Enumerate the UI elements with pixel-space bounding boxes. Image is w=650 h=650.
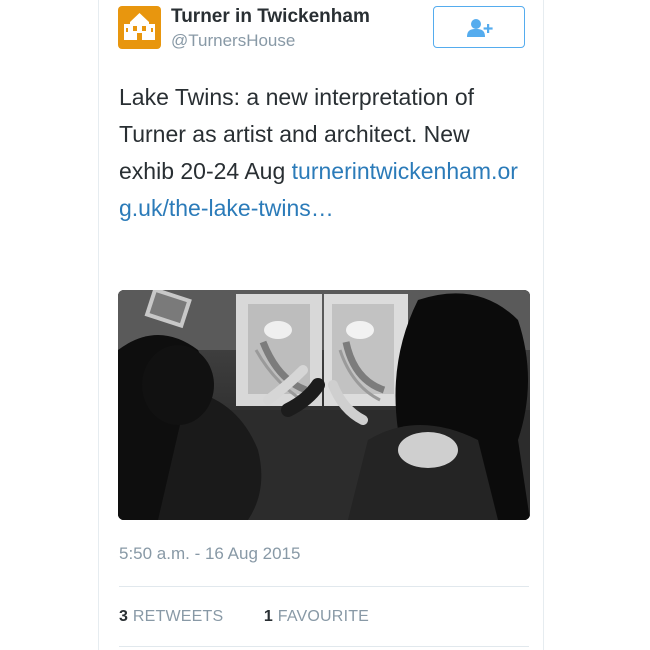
retweets-stat[interactable]: 3 RETWEETS xyxy=(119,608,223,626)
favourites-label: FAVOURITE xyxy=(277,608,370,625)
divider xyxy=(119,586,529,587)
tweet-photo[interactable] xyxy=(118,290,530,520)
house-icon xyxy=(124,13,155,40)
retweets-count: 3 xyxy=(119,608,128,625)
favourites-count: 1 xyxy=(263,608,273,625)
retweets-label: RETWEETS xyxy=(132,608,224,625)
avatar[interactable] xyxy=(118,6,161,49)
favourites-stat[interactable]: 1 FAVOURITE xyxy=(264,608,369,626)
divider xyxy=(119,646,529,647)
tweet-body: Lake Twins: a new interpretation of Turn… xyxy=(119,79,529,227)
photo-image xyxy=(118,290,530,520)
account-handle[interactable]: @TurnersHouse xyxy=(171,31,295,51)
add-user-icon xyxy=(467,19,493,37)
follow-button[interactable] xyxy=(433,6,525,48)
display-name[interactable]: Turner in Twickenham xyxy=(171,6,370,28)
tweet-stats: 3 RETWEETS 1 FAVOURITE xyxy=(119,608,405,626)
tweet-timestamp[interactable]: 5:50 a.m. - 16 Aug 2015 xyxy=(119,544,300,564)
